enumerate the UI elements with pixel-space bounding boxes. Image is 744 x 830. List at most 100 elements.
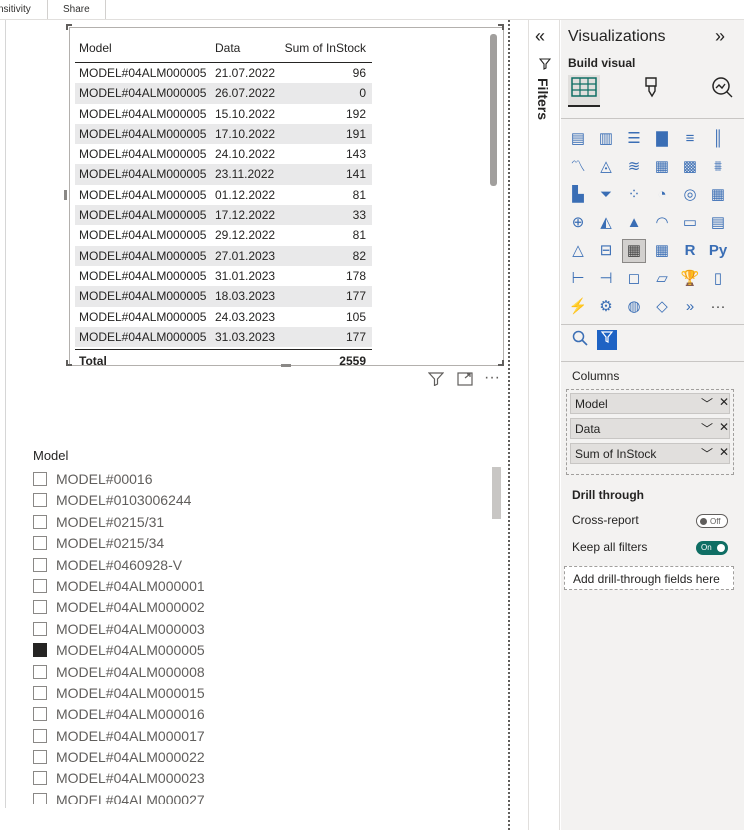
r-visual-icon[interactable]: R	[679, 240, 701, 262]
stacked-column-icon[interactable]: ▥	[595, 128, 617, 150]
power-apps-icon[interactable]: ⚡	[567, 296, 589, 318]
field-chip-model[interactable]: Model ﹀ ✕	[570, 393, 730, 414]
custom-visual-1-icon[interactable]: ◇	[651, 296, 673, 318]
slicer-item[interactable]: MODEL#04ALM000003	[33, 620, 503, 641]
close-icon[interactable]: ✕	[719, 420, 729, 434]
format-brush-icon[interactable]	[636, 75, 668, 107]
checkbox[interactable]	[33, 792, 47, 804]
slicer-item[interactable]: MODEL#04ALM000016	[33, 705, 503, 726]
keep-filters-toggle[interactable]: On	[696, 541, 728, 555]
table-row[interactable]: MODEL#04ALM000005 23.11.2022 141	[75, 164, 372, 185]
checkbox[interactable]	[33, 578, 47, 593]
analytics-icon[interactable]	[706, 75, 738, 107]
checkbox[interactable]	[33, 557, 47, 572]
key-influencers-icon[interactable]: ⊣	[595, 268, 617, 290]
funnel-chart-icon[interactable]: ⏷	[595, 184, 617, 206]
table-row[interactable]: MODEL#04ALM000005 31.01.2023 178	[75, 266, 372, 286]
close-icon[interactable]: ✕	[719, 445, 729, 459]
field-chip-data[interactable]: Data ﹀ ✕	[570, 418, 730, 439]
table-build-icon[interactable]	[568, 75, 600, 107]
map-icon[interactable]: ⊕	[567, 212, 589, 234]
100-bar-icon[interactable]: ≡	[679, 128, 701, 150]
arcgis-icon[interactable]: ◍	[623, 296, 645, 318]
table-row[interactable]: MODEL#04ALM000005 17.10.2022 191	[75, 123, 372, 145]
line-clustered-icon[interactable]: ▩	[679, 156, 701, 178]
table-row[interactable]: MODEL#04ALM000005 31.03.2023 177	[75, 326, 372, 348]
checkbox[interactable]	[33, 750, 47, 765]
slicer-item[interactable]: MODEL#04ALM000027	[33, 791, 503, 804]
slicer-item[interactable]: MODEL#0215/31	[33, 513, 503, 534]
table-row[interactable]: MODEL#04ALM000005 18.03.2023 177	[75, 286, 372, 307]
multi-row-card-icon[interactable]: ▤	[707, 212, 729, 234]
slicer-item[interactable]: MODEL#04ALM000002	[33, 598, 503, 619]
kpi-icon[interactable]: △	[567, 240, 589, 262]
filters-label[interactable]: Filters	[535, 78, 551, 120]
chevron-down-icon[interactable]: ﹀	[701, 420, 713, 437]
slicer-item[interactable]: MODEL#0460928-V	[33, 556, 503, 577]
matrix-icon[interactable]: ▦	[651, 240, 673, 262]
checkbox[interactable]	[33, 621, 47, 636]
filter-icon[interactable]	[427, 372, 445, 389]
resize-handle[interactable]	[281, 364, 291, 367]
line-chart-icon[interactable]: 〽	[567, 156, 589, 178]
column-header-sum-instock[interactable]: Sum of InStock	[285, 41, 366, 55]
table-row[interactable]: MODEL#04ALM000005 26.07.2022 0	[75, 83, 372, 104]
slicer-item[interactable]: MODEL#04ALM000001	[33, 577, 503, 598]
paginated-report-icon[interactable]: ▯	[707, 268, 729, 290]
tab-share[interactable]: Share	[63, 4, 90, 15]
checkbox[interactable]	[33, 643, 47, 658]
filled-map-icon[interactable]: ◭	[595, 212, 617, 234]
checkbox[interactable]	[33, 514, 47, 529]
column-header-model[interactable]: Model	[79, 41, 112, 55]
field-chip-sum-instock[interactable]: Sum of InStock ﹀ ✕	[570, 443, 730, 464]
more-options-icon[interactable]: ···	[484, 369, 500, 387]
slicer-item[interactable]: MODEL#04ALM000008	[33, 663, 503, 684]
chevron-down-icon[interactable]: ﹀	[701, 395, 713, 412]
tab-sensitivity[interactable]: nsitivity	[0, 4, 31, 15]
table-row[interactable]: MODEL#04ALM000005 27.01.2023 82	[75, 245, 372, 266]
custom-visual-2-icon[interactable]: »	[679, 296, 701, 318]
smart-narrative-icon[interactable]: ▱	[651, 268, 673, 290]
table-row[interactable]: MODEL#04ALM000005 15.10.2022 192	[75, 104, 372, 124]
scatter-icon[interactable]: ⁘	[623, 184, 645, 206]
table-icon[interactable]: ▦	[622, 239, 646, 263]
metrics-icon[interactable]: 🏆	[679, 268, 701, 290]
resize-handle[interactable]	[498, 24, 504, 30]
slicer-scrollbar[interactable]	[492, 467, 501, 519]
table-row[interactable]: MODEL#04ALM000005 24.03.2023 105	[75, 307, 372, 327]
stacked-bar-icon[interactable]: ▤	[567, 128, 589, 150]
clustered-bar-icon[interactable]: ☰	[623, 128, 645, 150]
resize-handle[interactable]	[498, 360, 504, 366]
drill-through-well[interactable]: Add drill-through fields here	[564, 566, 734, 590]
qa-icon[interactable]: ◻	[623, 268, 645, 290]
table-visual[interactable]: Model Data Sum of InStock MODEL#04ALM000…	[69, 27, 504, 368]
power-automate-icon[interactable]: ⚙	[595, 296, 617, 318]
table-row[interactable]: MODEL#04ALM000005 24.10.2022 143	[75, 144, 372, 164]
pie-chart-icon[interactable]: ◔	[651, 184, 673, 206]
slicer-item[interactable]: MODEL#04ALM000015	[33, 684, 503, 705]
table-row[interactable]: MODEL#04ALM000005 17.12.2022 33	[75, 205, 372, 226]
slicer-item[interactable]: MODEL#0215/34	[33, 534, 503, 555]
more-visuals-icon[interactable]: ···	[707, 296, 729, 318]
checkbox[interactable]	[33, 707, 47, 722]
checkbox[interactable]	[33, 493, 47, 508]
gauge-icon[interactable]: ◠	[651, 212, 673, 234]
slicer-item[interactable]: MODEL#04ALM000022	[33, 748, 503, 769]
filters-pane[interactable]: « Filters	[528, 20, 560, 830]
card-icon[interactable]: ▭	[679, 212, 701, 234]
python-visual-icon[interactable]: Py	[707, 240, 729, 262]
format-visual-icon[interactable]	[597, 330, 617, 350]
line-column-icon[interactable]: ▦	[651, 156, 673, 178]
resize-handle[interactable]	[66, 360, 72, 366]
100-column-icon[interactable]: ║	[707, 128, 729, 150]
checkbox[interactable]	[33, 664, 47, 679]
checkbox[interactable]	[33, 771, 47, 786]
slicer-item[interactable]: MODEL#00016	[33, 470, 503, 491]
slicer-item[interactable]: MODEL#04ALM000023	[33, 769, 503, 790]
ribbon-chart-icon[interactable]: ⩩	[707, 156, 729, 178]
chevron-down-icon[interactable]: ﹀	[701, 445, 713, 462]
resize-handle[interactable]	[66, 24, 72, 30]
checkbox[interactable]	[33, 600, 47, 615]
clustered-column-icon[interactable]: ▇	[651, 128, 673, 150]
focus-mode-icon[interactable]	[457, 372, 473, 389]
